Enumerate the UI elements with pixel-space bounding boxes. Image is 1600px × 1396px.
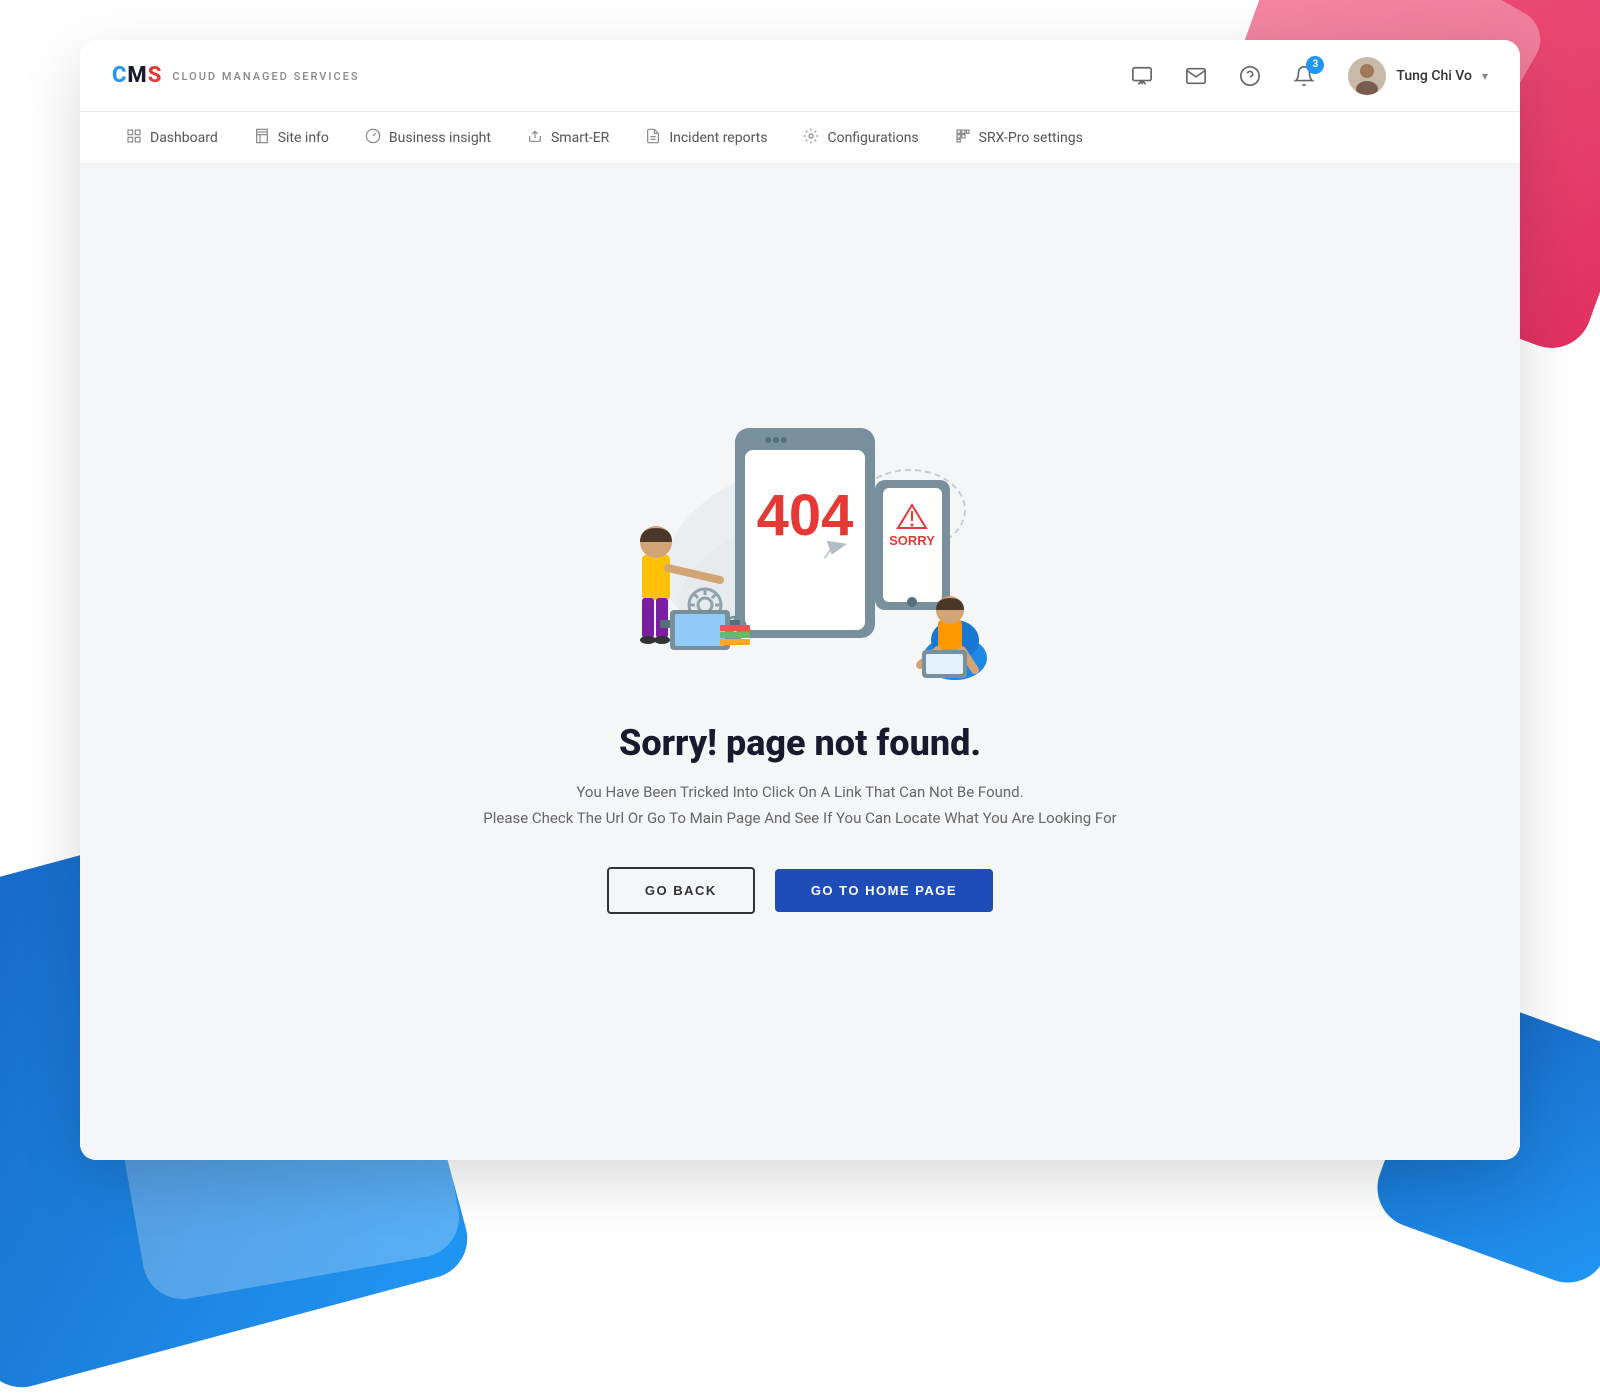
nav-item-incident-reports[interactable]: Incident reports — [631, 122, 781, 154]
error-description: You Have Been Tricked Into Click On A Li… — [483, 780, 1116, 831]
error-desc-line2: Please Check The Url Or Go To Main Page … — [483, 809, 1116, 827]
nav-item-srx-pro-settings[interactable]: SRX-Pro settings — [941, 122, 1097, 154]
nav-label-business-insight: Business insight — [389, 130, 491, 146]
button-group: GO BACK GO TO HOME PAGE — [607, 867, 993, 914]
nav-label-configurations: Configurations — [827, 130, 918, 146]
nav-label-dashboard: Dashboard — [150, 130, 218, 146]
svg-text:SORRY: SORRY — [889, 533, 935, 548]
gear-icon — [803, 128, 819, 148]
notification-bell-button[interactable]: 3 — [1286, 58, 1322, 94]
avatar — [1348, 57, 1386, 95]
header: CMS CLOUD MANAGED SERVICES — [80, 40, 1520, 112]
main-window: CMS CLOUD MANAGED SERVICES — [80, 40, 1520, 1160]
error-desc-line1: You Have Been Tricked Into Click On A Li… — [576, 783, 1023, 801]
nav-item-site-info[interactable]: Site info — [240, 122, 343, 154]
user-area[interactable]: Tung Chi Vo ▾ — [1348, 57, 1488, 95]
main-content: 404 SORRY — [80, 164, 1520, 1160]
grid-icon — [126, 128, 142, 148]
mail-icon-button[interactable] — [1178, 58, 1214, 94]
grid2-icon — [955, 128, 971, 148]
upload-icon — [527, 128, 543, 148]
nav-label-srx-pro-settings: SRX-Pro settings — [979, 130, 1083, 146]
nav-bar: Dashboard Site info Business insight — [80, 112, 1520, 164]
nav-item-dashboard[interactable]: Dashboard — [112, 122, 232, 154]
logo-area: CMS CLOUD MANAGED SERVICES — [112, 63, 360, 88]
svg-text:404: 404 — [757, 483, 854, 548]
go-back-button[interactable]: GO BACK — [607, 867, 755, 914]
screen-icon-button[interactable] — [1124, 58, 1160, 94]
nav-label-site-info: Site info — [278, 130, 329, 146]
nav-item-business-insight[interactable]: Business insight — [351, 122, 505, 154]
doc-icon — [645, 128, 661, 148]
logo-subtitle: CLOUD MANAGED SERVICES — [172, 70, 359, 83]
go-home-button[interactable]: GO TO HOME PAGE — [775, 869, 993, 912]
error-illustration: 404 SORRY — [580, 410, 1020, 690]
notification-badge: 3 — [1306, 56, 1324, 74]
nav-item-smart-er[interactable]: Smart-ER — [513, 122, 623, 154]
help-icon-button[interactable] — [1232, 58, 1268, 94]
building-icon — [254, 128, 270, 148]
chevron-down-icon: ▾ — [1482, 69, 1488, 83]
user-name: Tung Chi Vo — [1396, 68, 1472, 84]
nav-label-smart-er: Smart-ER — [551, 130, 609, 146]
header-icons: 3 Tung Chi Vo ▾ — [1124, 57, 1488, 95]
nav-item-configurations[interactable]: Configurations — [789, 122, 932, 154]
chart-icon — [365, 128, 381, 148]
logo-text: CMS — [112, 63, 162, 88]
error-title: Sorry! page not found. — [619, 722, 981, 764]
nav-label-incident-reports: Incident reports — [669, 130, 767, 146]
